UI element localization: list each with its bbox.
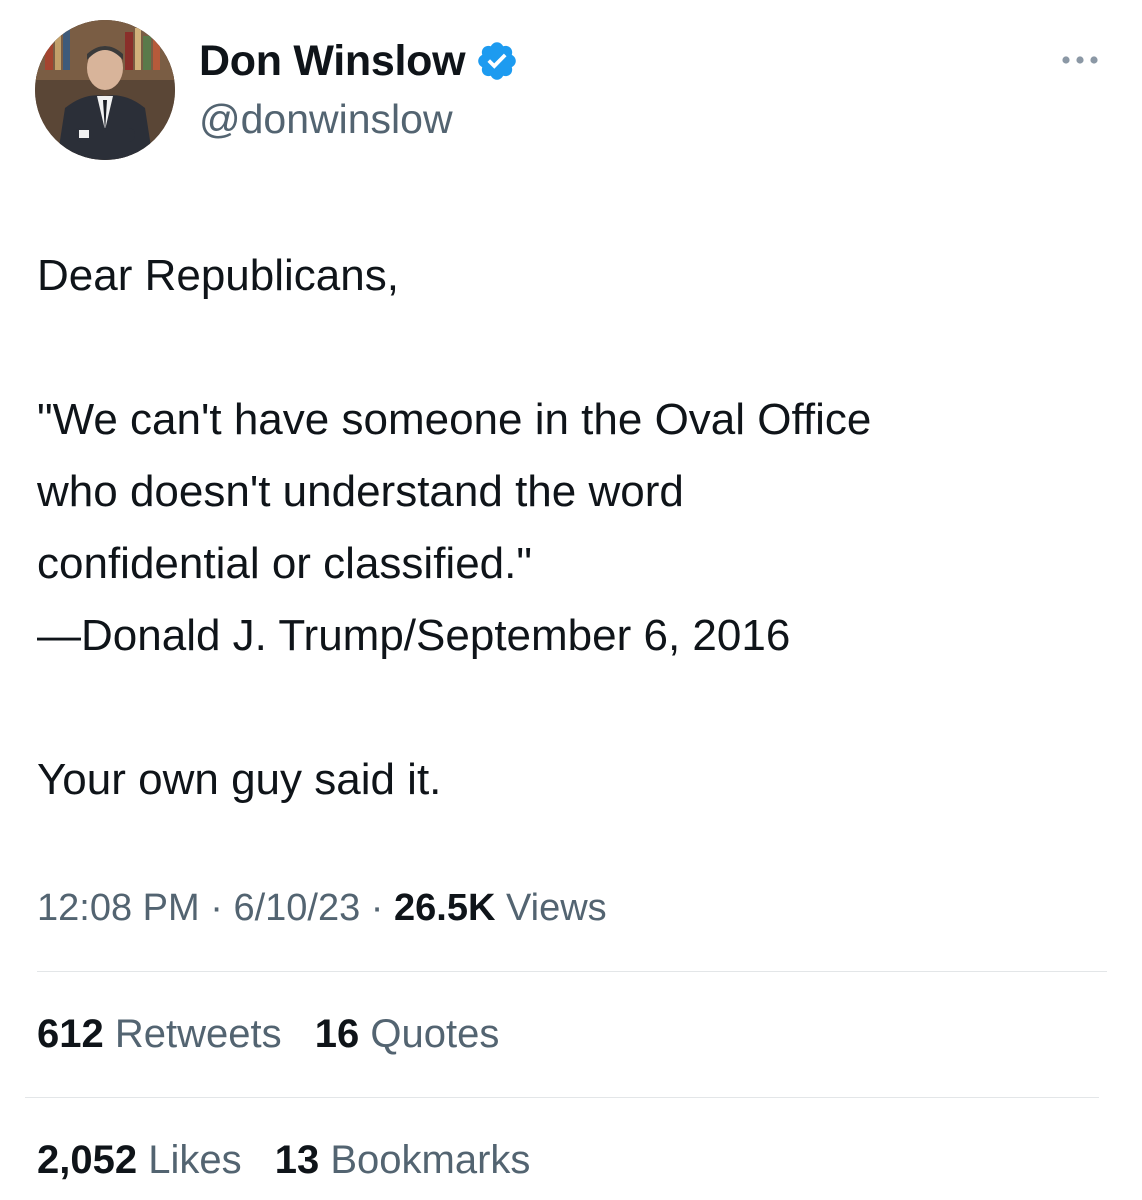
- bookmarks-label: Bookmarks: [330, 1138, 531, 1182]
- bookmarks-count: 13: [274, 1138, 320, 1182]
- retweets-count: 612: [37, 1012, 104, 1056]
- verified-badge-icon[interactable]: [475, 39, 519, 83]
- views-count: 26.5K: [394, 887, 496, 929]
- divider: [25, 1097, 1099, 1098]
- quotes-count: 16: [314, 1012, 360, 1056]
- engagement-row-2: 2,052 Likes 13 Bookmarks: [37, 1135, 552, 1185]
- tweet-meta: 12:08 PM · 6/10/23 · 26.5K Views: [37, 883, 607, 933]
- display-name-text[interactable]: Don Winslow: [199, 36, 466, 86]
- tweet-text: Dear Republicans, "We can't have someone…: [37, 240, 1107, 816]
- engagement-row-1: 612 Retweets 16 Quotes: [37, 1009, 521, 1059]
- tweet-time[interactable]: 12:08 PM: [37, 887, 200, 929]
- more-horizontal-icon[interactable]: [1058, 48, 1102, 72]
- bookmarks-stat[interactable]: 13 Bookmarks: [275, 1138, 531, 1182]
- quotes-label: Quotes: [370, 1012, 500, 1056]
- user-handle[interactable]: @donwinslow: [199, 95, 453, 143]
- tweet-quote-line: "We can't have someone in the Oval Offic…: [37, 395, 872, 444]
- likes-label: Likes: [148, 1138, 242, 1182]
- likes-stat[interactable]: 2,052 Likes: [37, 1138, 253, 1182]
- tweet-quote-attribution: —Donald J. Trump/September 6, 2016: [37, 611, 791, 660]
- meta-separator: ·: [210, 887, 223, 929]
- avatar[interactable]: [35, 20, 175, 160]
- likes-count: 2,052: [37, 1138, 138, 1182]
- tweet-quote-line: confidential or classified.": [37, 539, 532, 588]
- quotes-stat[interactable]: 16 Quotes: [315, 1012, 500, 1056]
- views-label: Views: [505, 887, 607, 929]
- tweet-paragraph-gap: [37, 312, 1107, 384]
- avatar-image: [35, 20, 175, 160]
- divider: [37, 971, 1107, 972]
- display-name[interactable]: Don Winslow: [199, 36, 519, 86]
- meta-separator: ·: [370, 887, 384, 929]
- tweet-paragraph-gap: [37, 672, 1107, 744]
- tweet-closing: Your own guy said it.: [37, 755, 442, 804]
- tweet-greeting: Dear Republicans,: [37, 251, 399, 300]
- tweet-quote-line: who doesn't understand the word: [37, 467, 684, 516]
- retweets-stat[interactable]: 612 Retweets: [37, 1012, 293, 1056]
- tweet-date[interactable]: 6/10/23: [233, 887, 360, 929]
- retweets-label: Retweets: [114, 1012, 282, 1056]
